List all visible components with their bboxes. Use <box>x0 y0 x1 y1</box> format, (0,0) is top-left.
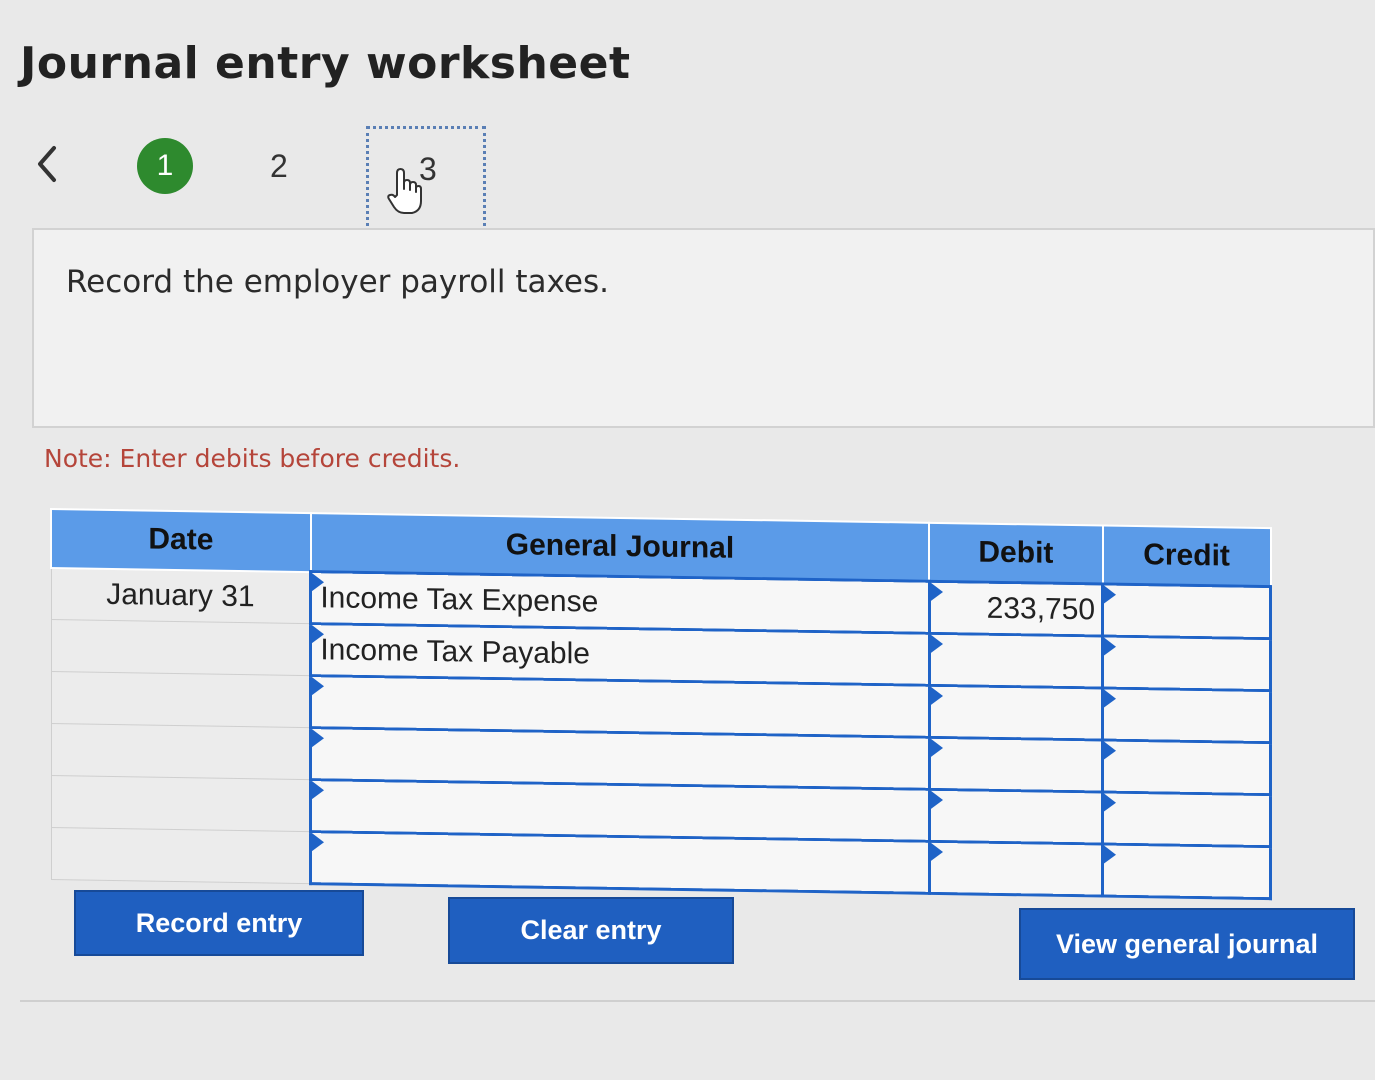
dropdown-marker-icon <box>930 582 943 602</box>
credit-input[interactable] <box>1102 636 1271 691</box>
dropdown-marker-icon <box>930 790 943 810</box>
date-cell <box>51 671 311 728</box>
step-3-button[interactable]: 3 <box>366 126 486 232</box>
page-title: Journal entry worksheet <box>20 38 631 89</box>
step-1-button[interactable]: 1 <box>137 138 193 194</box>
chevron-left-icon[interactable] <box>30 142 66 186</box>
date-cell: January 31 <box>51 567 311 624</box>
debit-input[interactable] <box>929 633 1103 689</box>
hand-pointer-icon <box>385 165 425 217</box>
debit-input[interactable] <box>929 789 1103 845</box>
debit-input[interactable] <box>929 737 1103 793</box>
column-header-credit: Credit <box>1102 525 1271 587</box>
instruction-text: Record the employer payroll taxes. <box>66 264 609 300</box>
column-header-debit: Debit <box>929 522 1103 585</box>
account-input[interactable] <box>310 727 930 790</box>
dropdown-marker-icon <box>1104 689 1117 708</box>
dropdown-marker-icon <box>930 686 943 706</box>
view-general-journal-button[interactable]: View general journal <box>1019 908 1355 980</box>
account-input[interactable] <box>310 675 930 738</box>
dropdown-marker-icon <box>1104 585 1117 604</box>
column-header-date: Date <box>51 509 311 572</box>
date-cell <box>51 723 311 780</box>
credit-input[interactable] <box>1102 792 1271 847</box>
date-cell <box>51 775 311 832</box>
dropdown-marker-icon <box>312 729 325 748</box>
debit-input[interactable] <box>929 685 1103 741</box>
credit-input[interactable] <box>1102 844 1271 899</box>
account-input[interactable]: Income Tax Payable <box>310 623 930 686</box>
dropdown-marker-icon <box>1104 845 1117 864</box>
step-navigation: 1 2 3 <box>0 120 600 240</box>
date-cell <box>51 827 311 884</box>
credit-input[interactable] <box>1102 584 1271 639</box>
dropdown-marker-icon <box>312 573 325 592</box>
account-value: Income Tax Payable <box>320 632 590 670</box>
credit-input[interactable] <box>1102 740 1271 795</box>
step-2-button[interactable]: 2 <box>270 148 288 185</box>
clear-entry-button[interactable]: Clear entry <box>448 897 734 964</box>
column-header-general-journal: General Journal <box>310 513 930 582</box>
account-input[interactable] <box>310 779 930 842</box>
account-input[interactable] <box>310 831 930 894</box>
dropdown-marker-icon <box>930 738 943 758</box>
note-text: Note: Enter debits before credits. <box>44 444 461 473</box>
credit-input[interactable] <box>1102 688 1271 743</box>
dropdown-marker-icon <box>1104 741 1117 760</box>
dropdown-marker-icon <box>1104 637 1117 656</box>
instruction-panel: Record the employer payroll taxes. <box>32 228 1375 428</box>
debit-input[interactable]: 233,750 <box>929 581 1103 637</box>
dropdown-marker-icon <box>312 781 325 800</box>
dropdown-marker-icon <box>312 677 325 696</box>
dropdown-marker-icon <box>930 634 943 654</box>
date-cell <box>51 619 311 676</box>
dropdown-marker-icon <box>930 842 943 862</box>
record-entry-button[interactable]: Record entry <box>74 890 364 956</box>
account-value: Income Tax Expense <box>320 580 599 619</box>
dropdown-marker-icon <box>312 625 325 644</box>
dropdown-marker-icon <box>312 833 325 852</box>
debit-input[interactable] <box>929 841 1103 897</box>
journal-table: Date General Journal Debit Credit Januar… <box>50 508 1272 899</box>
divider <box>20 1000 1375 1002</box>
dropdown-marker-icon <box>1104 793 1117 812</box>
debit-value: 233,750 <box>986 591 1096 626</box>
account-input[interactable]: Income Tax Expense <box>310 571 930 634</box>
